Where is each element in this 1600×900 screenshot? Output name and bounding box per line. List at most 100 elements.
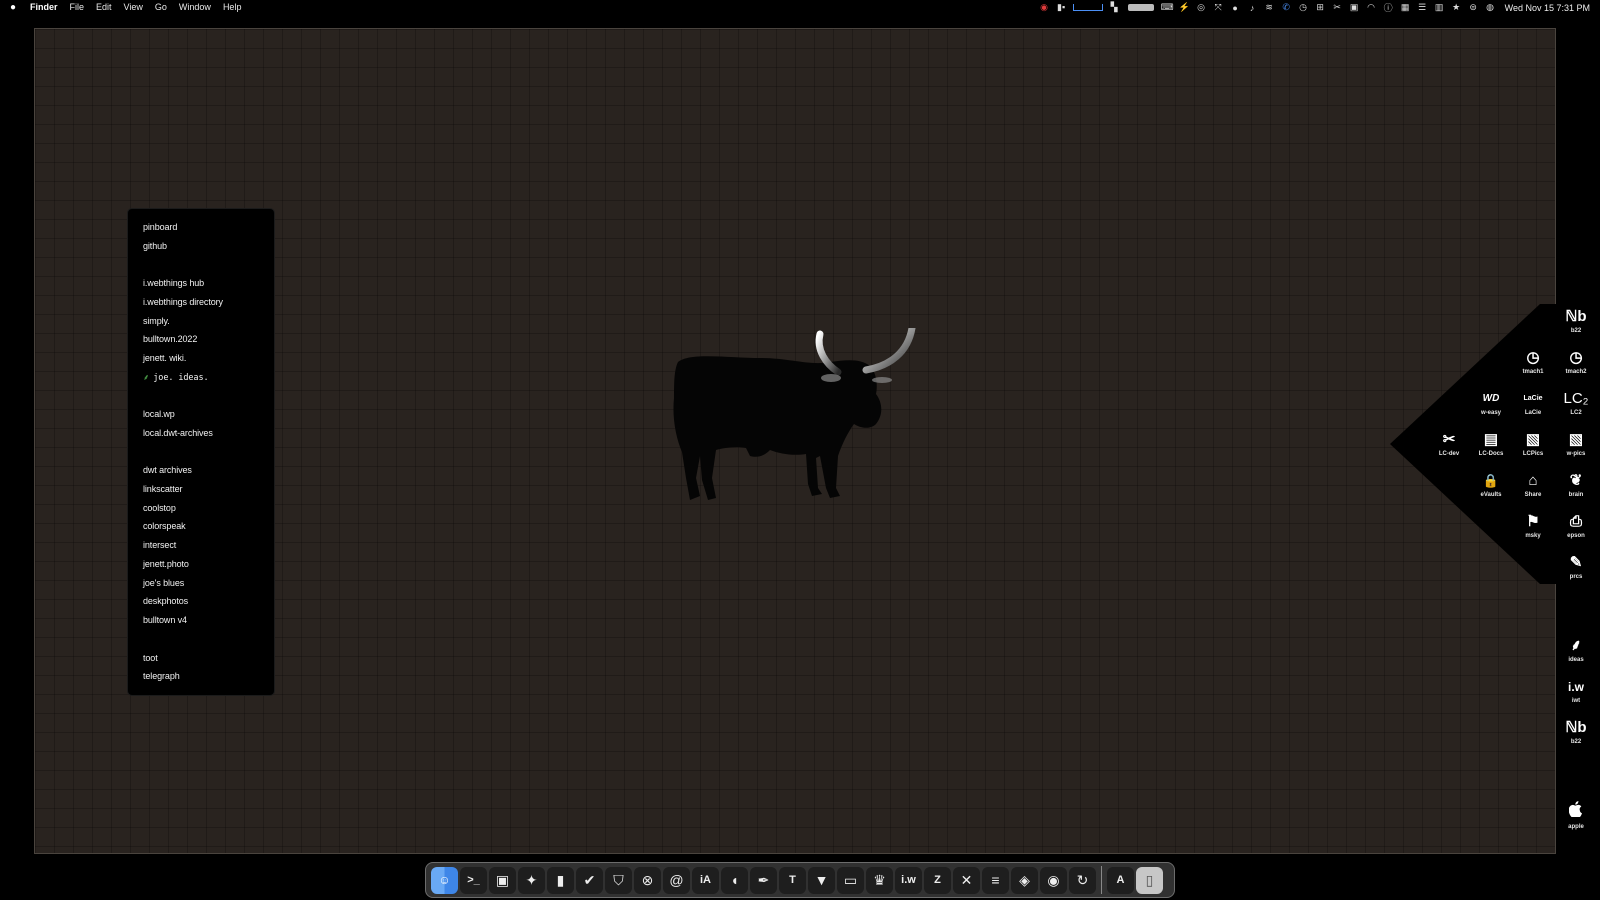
launcher-b22-bottom[interactable]: ℕb b22 bbox=[1556, 719, 1596, 745]
launcher-w-pics[interactable]: ▧ w-pics bbox=[1556, 431, 1596, 457]
dock-feather-app[interactable]: ✦ bbox=[518, 866, 545, 894]
dock-folder-app[interactable]: ▭ bbox=[837, 866, 864, 894]
network-graph-icon[interactable] bbox=[1070, 0, 1106, 15]
launcher-brain[interactable]: ❦ brain bbox=[1556, 472, 1596, 498]
dock-x-app[interactable]: ✕ bbox=[953, 866, 980, 894]
dock-list-app[interactable]: ≡ bbox=[982, 866, 1009, 894]
memory-pills-icon[interactable] bbox=[1123, 0, 1159, 15]
battery-levels-icon[interactable]: ▮▪ bbox=[1053, 0, 1070, 15]
launcher-w-easy[interactable]: WD w-easy bbox=[1471, 390, 1511, 416]
battery-charging-icon[interactable]: ⚡ bbox=[1176, 0, 1193, 15]
dock-sync-app[interactable]: ↻ bbox=[1069, 866, 1096, 894]
apple-menu-icon[interactable]: ● bbox=[0, 2, 26, 13]
dock-preview[interactable]: ▣ bbox=[489, 866, 516, 894]
launcher-lc-dev[interactable]: ✂ LC-dev bbox=[1429, 431, 1469, 457]
calendar-date-icon[interactable]: ▥ bbox=[1431, 0, 1448, 15]
launcher-iwt[interactable]: i.w iwt bbox=[1556, 678, 1596, 704]
dock-bookmarks[interactable]: ▼ bbox=[808, 866, 835, 894]
bookmark-bulltown-2022[interactable]: bulltown.2022 bbox=[143, 334, 197, 344]
launcher-epson[interactable]: ⎙ epson bbox=[1556, 513, 1596, 539]
dock-iwebthings[interactable]: i.w bbox=[895, 866, 922, 894]
menu-file[interactable]: File bbox=[64, 0, 91, 15]
dock-shield-app[interactable]: ⛉ bbox=[605, 866, 632, 894]
bookmark-github[interactable]: github bbox=[143, 241, 167, 251]
keyboard-icon[interactable]: ⌨ bbox=[1159, 0, 1176, 15]
menu-go[interactable]: Go bbox=[149, 0, 173, 15]
dock-finder[interactable]: ☺ bbox=[431, 866, 458, 894]
scissors-icon[interactable]: ✂ bbox=[1329, 0, 1346, 15]
dock-leaf-app[interactable]: ◖ bbox=[721, 866, 748, 894]
notes-icon[interactable]: ☰ bbox=[1414, 0, 1431, 15]
image-icon[interactable]: ▣ bbox=[1346, 0, 1363, 15]
bookmark-iwebthings-hub[interactable]: i.webthings hub bbox=[143, 278, 204, 288]
dock-crown-app[interactable]: ♛ bbox=[866, 866, 893, 894]
music-note-icon[interactable]: ♪ bbox=[1244, 0, 1261, 15]
bookmark-simply[interactable]: simply. bbox=[143, 316, 170, 326]
window-layout-icon[interactable]: ▚ bbox=[1106, 0, 1123, 15]
bookmark-jenett-photo[interactable]: jenett.photo bbox=[143, 559, 189, 569]
info-icon[interactable]: ⓘ bbox=[1380, 0, 1397, 15]
bookmark-linkscatter[interactable]: linkscatter bbox=[143, 484, 183, 494]
launcher-msky[interactable]: ⚑ msky bbox=[1513, 513, 1553, 539]
menu-clock[interactable]: Wed Nov 15 7:31 PM bbox=[1499, 3, 1600, 13]
target-icon[interactable]: ◎ bbox=[1193, 0, 1210, 15]
time-machine-icon[interactable]: ◷ bbox=[1295, 0, 1312, 15]
dock-spiral-app[interactable]: @ bbox=[663, 866, 690, 894]
bookmark-joe-ideas[interactable]: ⸙ joe. ideas. bbox=[143, 372, 209, 383]
launcher-tmach2[interactable]: ◷ tmach2 bbox=[1556, 349, 1596, 375]
bookmark-toot[interactable]: toot bbox=[143, 653, 158, 663]
wifi-icon[interactable]: ◠ bbox=[1363, 0, 1380, 15]
bookmark-jenett-wiki[interactable]: jenett. wiki. bbox=[143, 353, 186, 363]
bookmark-deskphotos[interactable]: deskphotos bbox=[143, 596, 188, 606]
launcher-tmach1[interactable]: ◷ tmach1 bbox=[1513, 349, 1553, 375]
record-icon[interactable]: ◉ bbox=[1036, 0, 1053, 15]
bookmark-pinboard[interactable]: pinboard bbox=[143, 222, 177, 232]
menu-window[interactable]: Window bbox=[173, 0, 217, 15]
menu-help[interactable]: Help bbox=[217, 0, 248, 15]
dock-pen-app[interactable]: ✒ bbox=[750, 866, 777, 894]
star-icon[interactable]: ★ bbox=[1448, 0, 1465, 15]
menu-view[interactable]: View bbox=[118, 0, 149, 15]
dock-github[interactable]: ◉ bbox=[1040, 866, 1067, 894]
control-center-icon[interactable]: ⊜ bbox=[1465, 0, 1482, 15]
menu-edit[interactable]: Edit bbox=[90, 0, 118, 15]
bookmark-joes-blues[interactable]: joe's blues bbox=[143, 578, 184, 588]
launcher-lcpics[interactable]: ▧ LCPics bbox=[1513, 431, 1553, 457]
launcher-lc2[interactable]: LC₂ LC2 bbox=[1556, 390, 1596, 416]
grid-icon[interactable]: ⊞ bbox=[1312, 0, 1329, 15]
phone-icon[interactable]: ✆ bbox=[1278, 0, 1295, 15]
droplet-icon[interactable]: ● bbox=[1227, 0, 1244, 15]
launcher-share[interactable]: ⌂ Share bbox=[1513, 472, 1553, 498]
launcher-prcs[interactable]: ✎ prcs bbox=[1556, 554, 1596, 580]
bookmark-bulltown-v4[interactable]: bulltown v4 bbox=[143, 615, 187, 625]
dock-typora[interactable]: T bbox=[779, 866, 806, 894]
dock-bookmark-app[interactable]: ▮ bbox=[547, 866, 574, 894]
dock-xcode-circle[interactable]: ⊗ bbox=[634, 866, 661, 894]
rss-icon[interactable]: ≋ bbox=[1261, 0, 1278, 15]
bookmark-telegraph[interactable]: telegraph bbox=[143, 671, 180, 681]
bookmark-colorspeak[interactable]: colorspeak bbox=[143, 521, 186, 531]
dock-app-store[interactable]: A bbox=[1107, 866, 1134, 894]
launcher-b22[interactable]: ℕb b22 bbox=[1556, 308, 1596, 334]
dock-tasks[interactable]: ✔ bbox=[576, 866, 603, 894]
menu-finder[interactable]: Finder bbox=[26, 0, 64, 15]
bookmark-intersect[interactable]: intersect bbox=[143, 540, 176, 550]
bookmark-local-wp[interactable]: local.wp bbox=[143, 409, 175, 419]
dock-trash[interactable]: ▯ bbox=[1136, 866, 1163, 894]
dock-ia-writer[interactable]: iA bbox=[692, 866, 719, 894]
launcher-lacie[interactable]: LaCie LaCie bbox=[1513, 390, 1553, 416]
dock-diamond-app[interactable]: ◈ bbox=[1011, 866, 1038, 894]
siri-icon[interactable]: ◍ bbox=[1482, 0, 1499, 15]
dock-filezilla[interactable]: Z bbox=[924, 866, 951, 894]
launcher-apple[interactable]: apple bbox=[1556, 801, 1596, 830]
bookmark-iwebthings-directory[interactable]: i.webthings directory bbox=[143, 297, 223, 307]
dock-terminal[interactable]: >_ bbox=[460, 866, 487, 894]
bookmark-local-dwt-archives[interactable]: local.dwt-archives bbox=[143, 428, 213, 438]
launcher-evaults[interactable]: 🔒 eVaults bbox=[1471, 472, 1511, 498]
calendar-icon[interactable]: ▦ bbox=[1397, 0, 1414, 15]
launcher-lc-docs[interactable]: ▤ LC-Docs bbox=[1471, 431, 1511, 457]
bookmark-dwt-archives[interactable]: dwt archives bbox=[143, 465, 192, 475]
launcher-ideas[interactable]: ⸙ ideas bbox=[1556, 637, 1596, 663]
bookmark-coolstop[interactable]: coolstop bbox=[143, 503, 176, 513]
expand-icon[interactable]: ⤧ bbox=[1210, 0, 1227, 15]
